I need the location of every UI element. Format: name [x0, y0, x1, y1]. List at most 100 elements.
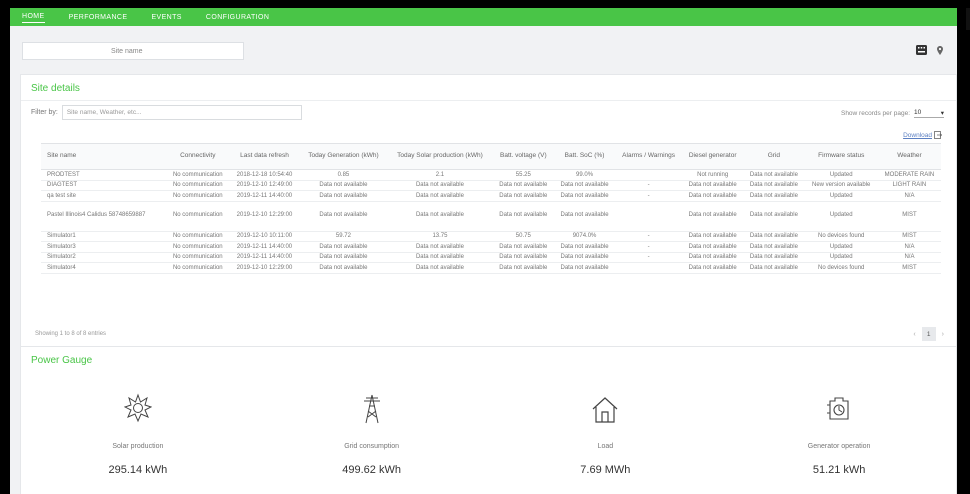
table-row[interactable]: Simulator4 No communication 2019-12-10 12:… — [41, 262, 941, 274]
column-header[interactable]: Grid — [743, 143, 805, 170]
site-table: Site name Connectivity Last data refresh To… — [41, 143, 941, 274]
column-header[interactable]: Firmware status — [804, 143, 878, 170]
column-header[interactable]: Batt. SoC (%) — [553, 143, 616, 170]
table-cell: Data not available — [682, 262, 744, 274]
table-cell: Data not available — [492, 252, 554, 263]
column-header[interactable]: Today Solar production (kWh) — [387, 143, 493, 170]
table-cell: Data not available — [387, 201, 493, 232]
table-cell: 2019-12-11 14:40:00 — [229, 252, 300, 263]
filter-input[interactable]: Site name, Weather, etc... — [61, 105, 302, 120]
table-cell: Data not available — [492, 241, 554, 253]
table-cell — [615, 201, 683, 232]
table-cell: 2019-12-10 10:11:00 — [229, 231, 300, 242]
table-cell: Data not available — [743, 262, 805, 274]
table-cell: Data not available — [743, 169, 805, 181]
table-cell: 99.0% — [553, 169, 616, 181]
table-row[interactable]: Simulator1 No communication 2019-12-10 10:… — [41, 231, 941, 242]
table-cell: N/A — [877, 241, 941, 253]
table-cell: No devices found — [804, 231, 878, 242]
table-cell: DIAGTEST — [41, 180, 167, 191]
table-cell: Pastel Illinois4 Calidus 58748659887 — [41, 201, 167, 232]
table-cell: Data not available — [743, 201, 805, 232]
location-pin-icon[interactable] — [937, 42, 943, 60]
records-per-page-label: Show records per page: — [840, 110, 910, 117]
table-cell: Data not available — [553, 241, 616, 253]
table-cell: Data not available — [553, 262, 616, 274]
table-cell: - — [615, 231, 683, 242]
table-cell: No communication — [166, 262, 230, 274]
table-cell: Simulator2 — [41, 252, 167, 263]
table-cell: 50.75 — [492, 231, 554, 242]
table-cell: No communication — [166, 190, 230, 202]
table-row[interactable]: DIAGTEST No communication 2019-12-10 12:49… — [41, 180, 941, 191]
nav-events[interactable]: EVENTS — [151, 12, 181, 23]
table-cell: Updated — [804, 169, 878, 181]
table-cell: MIST — [877, 231, 941, 242]
table-row[interactable]: Simulator2 No communication 2019-12-11 14:… — [41, 252, 941, 263]
download-label: Download — [903, 131, 932, 139]
table-cell: Data not available — [299, 190, 388, 202]
top-navigation: HOME PERFORMANCE EVENTS CONFIGURATION — [10, 8, 957, 26]
table-cell: Updated — [804, 201, 878, 232]
table-cell: 2019-12-10 12:29:00 — [229, 201, 300, 232]
download-link[interactable]: Download — [903, 131, 942, 139]
site-details-panel: Site details Filter by: Site name, Weath… — [20, 74, 957, 350]
export-icon — [934, 131, 942, 139]
column-header[interactable]: Alarms / Warnings — [615, 143, 683, 170]
table-cell: Data not available — [682, 180, 744, 191]
nav-home[interactable]: HOME — [22, 11, 45, 23]
edge-collapse-button[interactable]: < — [966, 8, 970, 30]
prev-page-button[interactable]: ‹ — [913, 331, 915, 338]
records-per-page-select[interactable]: 10 ▾ — [914, 109, 944, 118]
table-cell: Data not available — [553, 201, 616, 232]
table-cell: Data not available — [492, 180, 554, 191]
column-header[interactable]: Connectivity — [166, 143, 230, 170]
column-header[interactable]: Site name — [41, 143, 167, 170]
toolbar-icons — [916, 42, 943, 60]
table-cell: 2019-12-11 14:40:00 — [229, 241, 300, 253]
gauge-generator: Generator operation 51.21 kWh — [722, 393, 956, 476]
table-cell: 55.25 — [492, 169, 554, 181]
table-cell: LIGHT RAIN — [877, 180, 941, 191]
table-cell: MODERATE RAIN — [877, 169, 941, 181]
column-header[interactable]: Batt. voltage (V) — [492, 143, 554, 170]
next-page-button[interactable]: › — [942, 331, 944, 338]
gauge-value: 7.69 MWh — [580, 464, 631, 476]
gauge-value: 295.14 kWh — [108, 464, 168, 476]
column-header[interactable]: Last data refresh — [229, 143, 300, 170]
nav-configuration[interactable]: CONFIGURATION — [206, 12, 269, 23]
table-cell: 2019-12-10 12:49:00 — [229, 180, 300, 191]
table-cell: N/A — [877, 190, 941, 202]
app-window: HOME PERFORMANCE EVENTS CONFIGURATION Si… — [10, 8, 957, 494]
nav-performance[interactable]: PERFORMANCE — [69, 12, 128, 23]
table-cell: Data not available — [743, 180, 805, 191]
gauge-row: Solar production 295.14 kWh Grid consump… — [21, 393, 956, 476]
table-cell: Simulator1 — [41, 231, 167, 242]
page-button-1[interactable]: 1 — [921, 327, 936, 341]
table-cell: 13.75 — [387, 231, 493, 242]
table-row[interactable]: qa test site No communication 2019-12-11 1… — [41, 190, 941, 202]
table-cell: Not running — [682, 169, 744, 181]
gauge-load: Load 7.69 MWh — [489, 393, 723, 476]
table-cell: Data not available — [682, 252, 744, 263]
table-cell: Updated — [804, 252, 878, 263]
table-cell: - — [615, 190, 683, 202]
table-row[interactable]: PRODTEST No communication 2018-12-18 10:54… — [41, 169, 941, 181]
table-cell: Data not available — [743, 190, 805, 202]
power-gauge-panel: Power Gauge Solar production 295.14 kWh … — [20, 346, 957, 494]
table-row[interactable]: Simulator3 No communication 2019-12-11 14:… — [41, 241, 941, 253]
table-cell: Updated — [804, 241, 878, 253]
table-cell: 0.85 — [299, 169, 388, 181]
caret-down-icon: ▾ — [940, 110, 944, 117]
column-header[interactable]: Weather — [877, 143, 941, 170]
keyboard-icon[interactable] — [916, 42, 927, 60]
site-search-input[interactable]: Site name — [22, 42, 244, 60]
table-cell: Data not available — [492, 201, 554, 232]
table-cell: MIST — [877, 201, 941, 232]
column-header[interactable]: Diesel generator — [682, 143, 744, 170]
gauge-label: Load — [597, 443, 614, 450]
table-cell: No communication — [166, 231, 230, 242]
table-cell: Data not available — [492, 190, 554, 202]
column-header[interactable]: Today Generation (kWh) — [299, 143, 388, 170]
table-row[interactable]: Pastel Illinois4 Calidus 58748659887 No c… — [41, 201, 941, 232]
